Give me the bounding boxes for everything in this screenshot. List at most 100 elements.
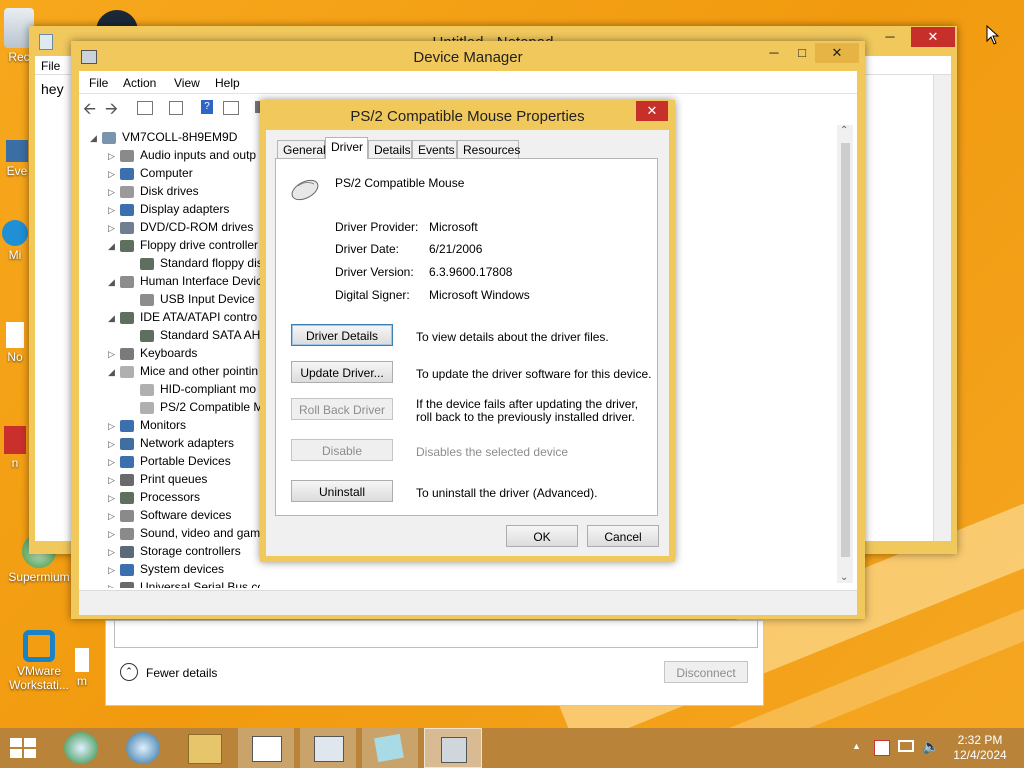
tab-events[interactable]: Events <box>412 140 457 158</box>
expand-arrow-icon[interactable]: ▷ <box>108 453 120 471</box>
scrollbar-thumb[interactable] <box>841 143 850 557</box>
tree-category[interactable]: ▷ Software devices <box>108 506 231 524</box>
fewer-details-link[interactable]: Fewer details <box>146 666 217 680</box>
driver-version-label: Driver Version: <box>335 265 414 279</box>
close-icon[interactable]: ✕ <box>911 27 955 47</box>
update-driver-button[interactable]: Update Driver... <box>291 361 393 383</box>
tree-category[interactable]: ▷ Network adapters <box>108 434 234 452</box>
tree-category[interactable]: ▷ Print queues <box>108 470 207 488</box>
tree-root[interactable]: ◢ VM7COLL-8H9EM9D <box>90 128 237 146</box>
expand-arrow-icon[interactable]: ◢ <box>90 129 102 147</box>
tree-category[interactable]: ▷ Computer <box>108 164 193 182</box>
taskbar-app-notepad[interactable] <box>238 728 294 768</box>
expand-arrow-icon[interactable]: ◢ <box>108 237 120 255</box>
tab-resources[interactable]: Resources <box>457 140 520 158</box>
show-hidden-icons-icon[interactable]: ▲ <box>852 741 861 751</box>
expand-arrow-icon[interactable]: ▷ <box>108 345 120 363</box>
cancel-button[interactable]: Cancel <box>587 525 659 547</box>
tab-driver[interactable]: Driver <box>325 137 368 159</box>
scroll-up-icon[interactable]: ⌃ <box>840 125 848 136</box>
expand-arrow-icon[interactable]: ▷ <box>108 489 120 507</box>
ok-button[interactable]: OK <box>506 525 578 547</box>
expand-arrow-icon[interactable]: ▷ <box>108 525 120 543</box>
expand-arrow-icon[interactable]: ▷ <box>108 165 120 183</box>
expand-arrow-icon[interactable]: ▷ <box>108 219 120 237</box>
close-icon[interactable]: ✕ <box>815 43 859 63</box>
expand-arrow-icon[interactable]: ▷ <box>108 201 120 219</box>
browser-taskbar-icon[interactable] <box>126 732 160 764</box>
minimize-icon[interactable]: ─ <box>761 43 787 63</box>
volume-icon[interactable]: 🔈 <box>922 738 939 755</box>
expand-arrow-icon[interactable]: ▷ <box>108 147 120 165</box>
list-icon[interactable] <box>169 101 183 115</box>
roll-back-driver-button[interactable]: Roll Back Driver <box>291 398 393 420</box>
expand-arrow-icon[interactable]: ◢ <box>108 363 120 381</box>
tree-category[interactable]: ◢ Mice and other pointin <box>108 362 258 380</box>
expand-arrow-icon[interactable]: ▷ <box>108 417 120 435</box>
tree-category[interactable]: ▷ Universal Serial Bus controllers <box>108 578 260 588</box>
tree-category[interactable]: ▷ Disk drives <box>108 182 199 200</box>
scroll-down-icon[interactable]: ⌄ <box>840 572 848 583</box>
menu-help[interactable]: Help <box>215 76 240 90</box>
tree-device[interactable]: Standard floppy dis <box>128 254 260 272</box>
browser-taskbar-icon[interactable] <box>64 732 98 764</box>
clock[interactable]: 2:32 PM 12/4/2024 <box>944 733 1016 763</box>
tree-category[interactable]: ▷ Keyboards <box>108 344 197 362</box>
disable-button[interactable]: Disable <box>291 439 393 461</box>
network-icon[interactable] <box>898 740 914 752</box>
action-center-icon[interactable] <box>874 740 890 756</box>
menu-action[interactable]: Action <box>123 76 156 90</box>
expand-arrow-icon[interactable]: ▷ <box>108 579 120 588</box>
desktop-icon-m[interactable]: m <box>62 648 102 688</box>
tree-category[interactable]: ▷ Storage controllers <box>108 542 241 560</box>
taskbar-app-device-manager[interactable] <box>424 728 482 768</box>
tree-category[interactable]: ▷ DVD/CD-ROM drives <box>108 218 253 236</box>
expand-arrow-icon[interactable]: ▷ <box>108 435 120 453</box>
menu-file[interactable]: File <box>89 76 108 90</box>
tree-device[interactable]: HID-compliant mo <box>128 380 256 398</box>
maximize-icon[interactable]: □ <box>789 43 815 63</box>
start-button[interactable] <box>10 738 38 758</box>
scan-icon[interactable] <box>223 101 239 115</box>
expand-arrow-icon[interactable]: ▷ <box>108 471 120 489</box>
taskbar-app-notes[interactable] <box>362 728 418 768</box>
expand-arrow-icon[interactable]: ▷ <box>108 543 120 561</box>
tree-category[interactable]: ▷ Processors <box>108 488 200 506</box>
driver-details-button[interactable]: Driver Details <box>291 324 393 346</box>
expand-arrow-icon[interactable]: ◢ <box>108 273 120 291</box>
expand-arrow-icon[interactable]: ▷ <box>108 507 120 525</box>
notepad-scrollbar[interactable] <box>933 75 951 541</box>
tree-category[interactable]: ▷ Display adapters <box>108 200 229 218</box>
expand-arrow-icon[interactable]: ▷ <box>108 561 120 579</box>
notepad-menu-file[interactable]: File <box>41 59 60 73</box>
tree-category[interactable]: ▷ Monitors <box>108 416 186 434</box>
tree-category[interactable]: ▷ System devices <box>108 560 224 578</box>
menu-view[interactable]: View <box>174 76 200 90</box>
tree-scrollbar[interactable]: ⌃ ⌄ <box>837 125 853 583</box>
desktop-icon-label: Eve <box>6 164 28 178</box>
tree-category[interactable]: ◢ Human Interface Devic <box>108 272 260 290</box>
disconnect-button[interactable]: Disconnect <box>664 661 748 683</box>
tree-category[interactable]: ◢ IDE ATA/ATAPI contro <box>108 308 257 326</box>
tree-device[interactable]: PS/2 Compatible M <box>128 398 260 416</box>
expand-arrow-icon[interactable]: ◢ <box>108 309 120 327</box>
tab-details[interactable]: Details <box>368 140 412 158</box>
taskbar-app-monitor[interactable] <box>300 728 356 768</box>
chevron-up-icon[interactable]: ⌃ <box>120 663 138 681</box>
minimize-icon[interactable]: ─ <box>877 27 903 47</box>
tree-device[interactable]: Standard SATA AH <box>128 326 260 344</box>
properties-titlebar[interactable]: PS/2 Compatible Mouse Properties ✕ <box>260 100 675 130</box>
tree-category[interactable]: ▷ Sound, video and gam <box>108 524 260 542</box>
tree-device[interactable]: USB Input Device <box>128 290 255 308</box>
properties-icon[interactable] <box>137 101 153 115</box>
tree-category[interactable]: ◢ Floppy drive controller <box>108 236 258 254</box>
tree-category[interactable]: ▷ Audio inputs and outp <box>108 146 256 164</box>
tree-category[interactable]: ▷ Portable Devices <box>108 452 231 470</box>
tab-general[interactable]: General <box>277 140 326 158</box>
expand-arrow-icon[interactable]: ▷ <box>108 183 120 201</box>
file-explorer-icon[interactable] <box>188 734 222 764</box>
close-icon[interactable]: ✕ <box>636 101 668 121</box>
help-icon[interactable]: ? <box>201 100 213 114</box>
device-manager-titlebar[interactable]: Device Manager ─ □ ✕ <box>71 41 865 71</box>
uninstall-button[interactable]: Uninstall <box>291 480 393 502</box>
